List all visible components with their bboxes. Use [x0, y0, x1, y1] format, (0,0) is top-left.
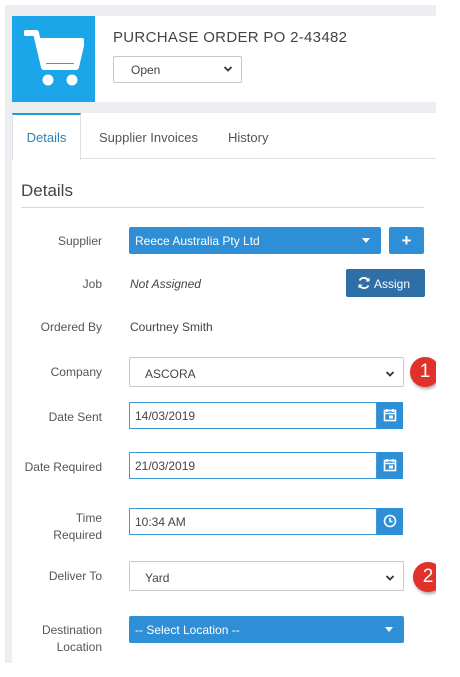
date-sent-input[interactable]: 14/03/2019	[129, 402, 377, 429]
company-select[interactable]: ASCORA	[129, 357, 404, 387]
deliver-to-label: Deliver To	[48, 569, 102, 583]
supplier-value: Reece Australia Pty Ltd	[135, 234, 260, 248]
time-required-label: Time Required	[53, 510, 102, 544]
refresh-icon	[358, 277, 370, 289]
chevron-down-icon	[223, 66, 233, 72]
chevron-down-icon	[385, 371, 395, 377]
destination-label-line1: Destination	[41, 623, 102, 637]
callout-badge-2: 2	[413, 562, 436, 592]
tab-bar: Details Supplier Invoices History	[12, 113, 436, 160]
section-title: Details	[21, 181, 73, 200]
section-divider	[21, 207, 424, 208]
date-required-picker-button[interactable]	[377, 452, 403, 479]
clock-icon	[383, 514, 397, 528]
caret-down-icon	[362, 238, 370, 243]
date-sent-picker-button[interactable]	[377, 402, 403, 429]
supplier-select[interactable]: Reece Australia Pty Ltd	[129, 227, 381, 254]
assign-job-button[interactable]: Assign	[346, 269, 425, 297]
date-required-input[interactable]: 21/03/2019	[129, 452, 377, 479]
left-gutter	[5, 5, 12, 663]
company-label: Company	[50, 365, 102, 379]
date-sent-label: Date Sent	[48, 410, 102, 424]
ordered-by-label: Ordered By	[40, 320, 102, 334]
calendar-icon	[383, 409, 397, 422]
cart-icon	[12, 16, 95, 102]
add-supplier-button[interactable]: +	[389, 227, 424, 254]
tab-history[interactable]: History	[228, 113, 268, 159]
ordered-by-value: Courtney Smith	[130, 320, 213, 334]
time-picker-button[interactable]	[377, 508, 403, 535]
status-value: Open	[131, 63, 161, 77]
po-header: PURCHASE ORDER PO 2-43482 Open	[12, 16, 436, 102]
purchase-order-panel: PURCHASE ORDER PO 2-43482 Open Details S…	[5, 5, 436, 663]
calendar-icon	[383, 459, 397, 472]
destination-location-value: -- Select Location --	[135, 623, 240, 637]
header-top-strip	[12, 5, 436, 16]
deliver-to-select[interactable]: Yard	[129, 561, 404, 591]
callout-badge-1: 1	[410, 357, 436, 387]
supplier-label: Supplier	[57, 234, 102, 248]
chevron-down-icon	[385, 575, 395, 581]
date-required-label: Date Required	[24, 460, 102, 474]
destination-label-line2: Location	[56, 640, 102, 654]
header-divider	[12, 102, 436, 113]
assign-label: Assign	[374, 277, 411, 291]
destination-location-label: Destination Location	[42, 622, 102, 656]
company-value: ASCORA	[145, 367, 196, 381]
job-value: Not Assigned	[130, 277, 201, 291]
tab-details[interactable]: Details	[12, 113, 81, 160]
page-title: PURCHASE ORDER PO 2-43482	[113, 29, 348, 46]
time-required-label-line1: Time	[75, 511, 102, 525]
time-required-label-line2: Required	[53, 528, 102, 542]
destination-location-select[interactable]: -- Select Location --	[129, 616, 404, 643]
job-label: Job	[82, 277, 102, 291]
caret-down-icon	[385, 627, 393, 632]
status-select[interactable]: Open	[113, 56, 242, 83]
deliver-to-value: Yard	[145, 571, 170, 585]
time-required-input[interactable]: 10:34 AM	[129, 508, 377, 535]
tab-supplier-invoices[interactable]: Supplier Invoices	[99, 113, 198, 159]
